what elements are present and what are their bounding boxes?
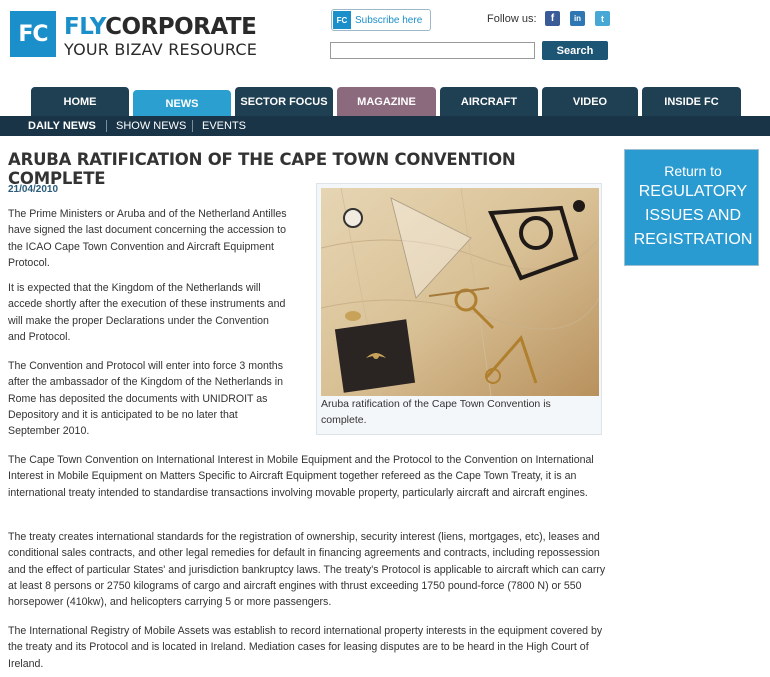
subtab-show-news[interactable]: SHOW NEWS xyxy=(116,116,186,136)
article-date: 21/04/2010 xyxy=(8,184,59,195)
article-paragraph: The Prime Ministers or Aruba and of the … xyxy=(8,208,287,269)
tab-magazine[interactable]: MAGAZINE xyxy=(337,87,436,116)
tab-aircraft[interactable]: AIRCRAFT xyxy=(440,87,538,116)
article-paragraph: The International Registry of Mobile Ass… xyxy=(8,625,603,670)
subscribe-logo-icon: FC xyxy=(333,11,351,29)
banner-section-line-3: REGISTRATION xyxy=(633,231,753,248)
banner-section-line-1: REGULATORY xyxy=(638,183,748,200)
article-paragraph: It is expected that the Kingdom of the N… xyxy=(8,282,286,343)
facebook-icon[interactable]: f xyxy=(545,11,560,26)
subnav-divider xyxy=(106,120,107,132)
logo-mark[interactable]: FC xyxy=(10,11,56,57)
site-logo-wordmark[interactable]: FLYCORPORATE xyxy=(64,14,257,40)
subscribe-label: Subscribe here xyxy=(355,14,423,26)
subnav-divider xyxy=(192,120,193,132)
article-paragraph: The treaty creates international standar… xyxy=(8,531,606,609)
image-caption: Aruba ratification of the Cape Town Conv… xyxy=(321,398,551,426)
subtab-events[interactable]: EVENTS xyxy=(202,116,246,136)
search-input[interactable] xyxy=(330,42,535,59)
twitter-icon[interactable]: t xyxy=(595,11,610,26)
tab-inside-fc[interactable]: INSIDE FC xyxy=(642,87,741,116)
article-image xyxy=(321,188,599,396)
banner-section-line-2: ISSUES AND xyxy=(644,207,742,224)
tab-video[interactable]: VIDEO xyxy=(542,87,638,116)
tab-sector-focus[interactable]: SECTOR FOCUS xyxy=(235,87,333,116)
article-paragraph: The Cape Town Convention on Internationa… xyxy=(8,454,594,499)
banner-return-label: Return to xyxy=(664,163,722,179)
subtab-daily-news[interactable]: DAILY NEWS xyxy=(28,116,96,136)
brand-corporate: CORPORATE xyxy=(105,14,257,40)
subscribe-button[interactable]: FC Subscribe here xyxy=(331,9,431,31)
banner-content: Return to REGULATORY ISSUES AND REGISTRA… xyxy=(633,158,753,259)
site-tagline: YOUR BIZAV RESOURCE xyxy=(64,40,258,59)
return-to-regulatory-banner[interactable]: Return to REGULATORY ISSUES AND REGISTRA… xyxy=(624,149,759,266)
article-figure: Aruba ratification of the Cape Town Conv… xyxy=(316,183,602,435)
brand-fly: FLY xyxy=(64,14,106,40)
sub-navigation: DAILY NEWS SHOW NEWS EVENTS xyxy=(0,116,770,136)
tab-news[interactable]: NEWS xyxy=(133,90,231,117)
search-button[interactable]: Search xyxy=(542,41,608,60)
linkedin-icon[interactable]: in xyxy=(570,11,585,26)
follow-label: Follow us: xyxy=(487,13,537,25)
main-navigation: HOME NEWS SECTOR FOCUS MAGAZINE AIRCRAFT… xyxy=(0,87,770,117)
article-paragraph: The Convention and Protocol will enter i… xyxy=(8,360,284,438)
tab-home[interactable]: HOME xyxy=(31,87,129,116)
